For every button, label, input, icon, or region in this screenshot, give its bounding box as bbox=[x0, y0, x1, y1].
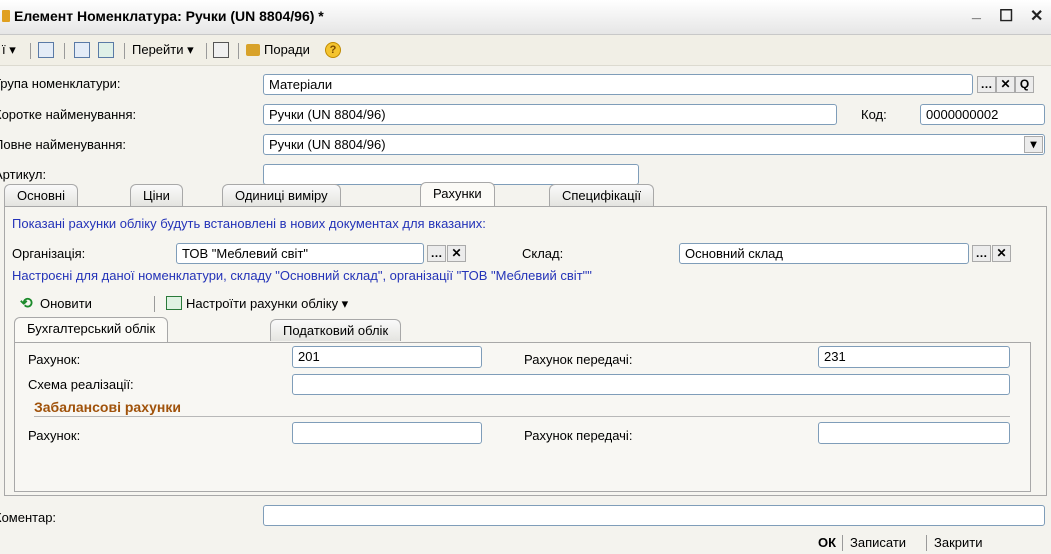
scheme-field[interactable] bbox=[292, 374, 1010, 395]
tab-accounts[interactable]: Рахунки bbox=[420, 182, 495, 206]
organization-label: Організація: bbox=[12, 246, 86, 261]
setup-accounts-button[interactable]: Настроїти рахунки обліку ▾ bbox=[186, 296, 348, 312]
offbalance-account-field[interactable] bbox=[292, 422, 482, 444]
tips-icon[interactable] bbox=[246, 44, 260, 56]
account-label: Рахунок: bbox=[28, 352, 81, 367]
ok-button[interactable]: ОК bbox=[818, 535, 836, 550]
account-field[interactable]: 201 bbox=[292, 346, 482, 368]
transfer-account-label: Рахунок передачі: bbox=[524, 352, 633, 367]
toolbar-separator bbox=[124, 43, 125, 59]
accounts-info-text: Показані рахунки обліку будуть встановле… bbox=[12, 216, 486, 231]
article-label: Артикул: bbox=[0, 167, 47, 182]
help-icon[interactable]: ? bbox=[325, 42, 341, 58]
refresh-icon[interactable]: ⟲ bbox=[20, 294, 33, 312]
goto-menu[interactable]: Перейти ▾ bbox=[132, 42, 194, 58]
tab-prices[interactable]: Ціни bbox=[130, 184, 183, 206]
tab-specifications[interactable]: Специфікації bbox=[549, 184, 655, 206]
full-name-field[interactable]: Ручки (UN 8804/96) bbox=[263, 134, 1045, 155]
comment-label: Коментар: bbox=[0, 510, 57, 525]
refresh-icon[interactable] bbox=[74, 42, 90, 58]
refresh-button[interactable]: Оновити bbox=[40, 296, 92, 311]
subtab-accounting[interactable]: Бухгалтерський облік bbox=[14, 317, 169, 343]
offbalance-account-label: Рахунок: bbox=[28, 428, 81, 443]
tips-button[interactable]: Поради bbox=[264, 42, 310, 57]
toolbar-separator bbox=[206, 43, 207, 59]
offbalance-transfer-label: Рахунок передачі: bbox=[524, 428, 633, 443]
footer-separator bbox=[926, 535, 927, 551]
toolbar-separator bbox=[154, 296, 155, 312]
table-settings-icon[interactable] bbox=[166, 296, 182, 310]
organization-field[interactable]: ТОВ "Меблевий світ" bbox=[176, 243, 424, 264]
group-field[interactable]: Матеріали bbox=[263, 74, 973, 95]
scheme-label: Схема реалізації: bbox=[28, 377, 134, 392]
transfer-account-field[interactable]: 231 bbox=[818, 346, 1010, 368]
warehouse-field[interactable]: Основний склад bbox=[679, 243, 969, 264]
toolbar-separator bbox=[64, 43, 65, 59]
save-button[interactable]: Записати bbox=[850, 535, 906, 550]
title-bar: Елемент Номенклатура: Ручки (UN 8804/96)… bbox=[0, 0, 1051, 35]
close-form-button[interactable]: Закрити bbox=[934, 535, 982, 550]
group-label: Група номенклатури: bbox=[0, 76, 121, 91]
actions-menu[interactable]: ї ▾ bbox=[2, 42, 16, 58]
minimize-button[interactable]: _ bbox=[972, 4, 981, 22]
footer-separator bbox=[842, 535, 843, 551]
tab-main[interactable]: Основні bbox=[4, 184, 78, 206]
warehouse-label: Склад: bbox=[522, 246, 564, 261]
toolbar-separator bbox=[238, 43, 239, 59]
comment-field[interactable] bbox=[263, 505, 1045, 526]
tab-units[interactable]: Одиниці виміру bbox=[222, 184, 341, 206]
write-close-icon[interactable] bbox=[38, 42, 54, 58]
select-button[interactable]: … bbox=[972, 245, 991, 262]
chevron-down-icon[interactable]: ▾ bbox=[1024, 136, 1043, 153]
window-title: Елемент Номенклатура: Ручки (UN 8804/96)… bbox=[14, 8, 324, 24]
full-name-label: Повне найменування: bbox=[0, 137, 127, 152]
configured-text: Настроєні для даної номенклатури, складу… bbox=[12, 268, 592, 283]
toolbar: ї ▾ Перейти ▾ Поради ? bbox=[0, 35, 1051, 66]
code-label: Код: bbox=[861, 107, 887, 122]
clear-icon[interactable]: ✕ bbox=[996, 76, 1015, 93]
short-name-label: Коротке найменування: bbox=[0, 107, 137, 122]
offbalance-title: Забалансові рахунки bbox=[34, 399, 181, 415]
search-icon[interactable]: Q bbox=[1015, 76, 1034, 93]
clear-icon[interactable]: ✕ bbox=[447, 245, 466, 262]
clear-icon[interactable]: ✕ bbox=[992, 245, 1011, 262]
copy-icon[interactable] bbox=[98, 42, 114, 58]
toolbar-separator bbox=[30, 43, 31, 59]
code-field[interactable]: 0000000002 bbox=[920, 104, 1045, 125]
divider bbox=[34, 416, 1010, 417]
select-button[interactable]: … bbox=[427, 245, 446, 262]
offbalance-transfer-field[interactable] bbox=[818, 422, 1010, 444]
short-name-field[interactable]: Ручки (UN 8804/96) bbox=[263, 104, 837, 125]
close-button[interactable]: ✕ bbox=[1030, 6, 1043, 26]
list-icon[interactable] bbox=[213, 42, 229, 58]
maximize-button[interactable]: ☐ bbox=[999, 6, 1013, 26]
select-button[interactable]: … bbox=[977, 76, 996, 93]
subtab-tax[interactable]: Податковий облік bbox=[270, 319, 402, 341]
window-icon bbox=[2, 10, 10, 22]
